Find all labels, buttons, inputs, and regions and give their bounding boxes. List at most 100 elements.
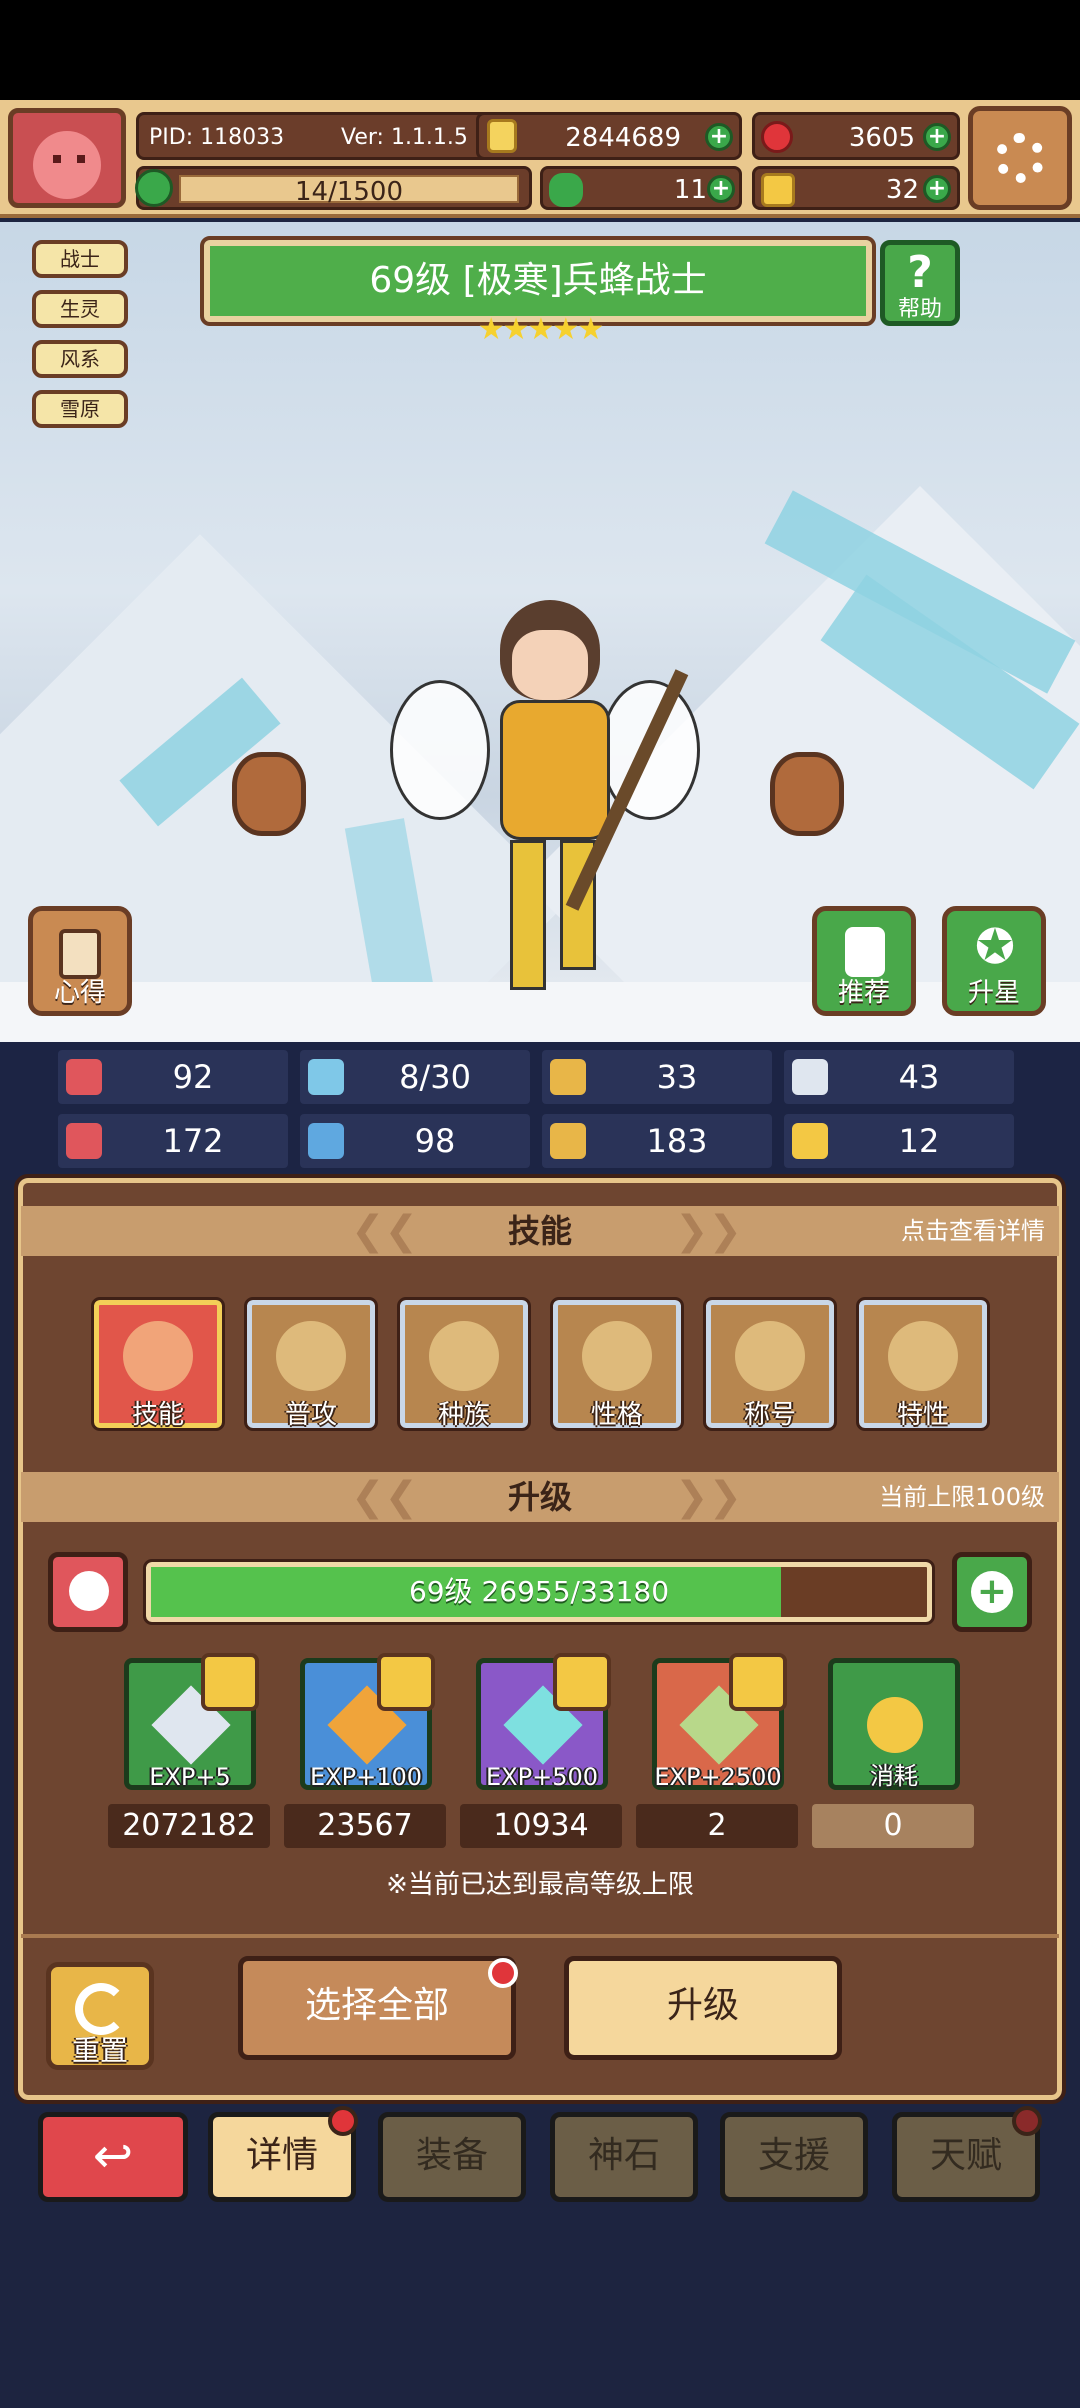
key-counter: 32 + xyxy=(752,166,960,210)
magnet-icon xyxy=(792,1123,828,1159)
star-up-label: 升星 xyxy=(967,978,1020,1008)
level-cap-label: 当前上限100级 xyxy=(879,1483,1045,1511)
upgrade-button[interactable]: 升级 xyxy=(564,1956,842,2060)
clover-counter: 11 + xyxy=(540,166,742,210)
select-all-notification-dot xyxy=(488,1958,518,1988)
energy-value: 14/1500 xyxy=(294,177,403,207)
octopus-icon xyxy=(735,1321,805,1391)
exp-item-0[interactable]: EXP+5 xyxy=(124,1653,259,1791)
skill-slot-1[interactable]: 普攻 xyxy=(244,1297,378,1431)
upgrade-section-header: ❮❮ ❯❯ 升级 当前上限100级 xyxy=(21,1472,1059,1522)
item-badge-icon xyxy=(729,1653,787,1711)
reset-label: 重置 xyxy=(71,2034,128,2067)
stat-5: 98 xyxy=(300,1114,530,1168)
exp-item-count: 23567 xyxy=(284,1804,446,1848)
beetle-icon xyxy=(429,1321,499,1391)
skill-label: 称号 xyxy=(743,1400,796,1430)
stat-4: 172 xyxy=(58,1114,288,1168)
tab-equipment[interactable]: 装备 xyxy=(378,2112,526,2202)
exp-item-count: 2 xyxy=(636,1804,798,1848)
question-icon: ? xyxy=(907,247,933,298)
add-gold-button[interactable]: + xyxy=(705,123,733,151)
armor-icon xyxy=(550,1123,586,1159)
stats-panel: 92 8/30 33 43 172 98 183 12 xyxy=(0,1042,1080,1180)
player-info: PID: 118033 Ver: 1.1.1.5 xyxy=(136,112,492,160)
exp-item-2[interactable]: EXP+500 xyxy=(476,1653,611,1791)
character-title: 69级 [极寒]兵蜂战士 xyxy=(200,236,876,326)
red-gem-icon xyxy=(761,121,793,153)
skills-section-header[interactable]: ❮❮ ❯❯ 技能 点击查看详情 xyxy=(21,1206,1059,1256)
add-key-button[interactable]: + xyxy=(923,175,951,203)
gem-value: 3605 xyxy=(848,123,915,153)
stat-value: 8/30 xyxy=(399,1058,471,1096)
key-icon xyxy=(761,173,795,207)
add-gem-button[interactable]: + xyxy=(923,123,951,151)
stat-value: 183 xyxy=(646,1122,708,1160)
exp-item-count: 0 xyxy=(812,1804,974,1848)
energy-leaf-icon xyxy=(135,169,173,207)
stat-value: 33 xyxy=(656,1058,698,1096)
notes-button[interactable]: 心得 xyxy=(28,906,132,1016)
stat-2: 33 xyxy=(542,1050,772,1104)
details-notification-dot xyxy=(328,2106,358,2136)
stat-value: 98 xyxy=(414,1122,456,1160)
tag-class[interactable]: 战士 xyxy=(32,240,128,278)
exp-item-4[interactable]: 消耗 xyxy=(828,1658,960,1790)
back-button[interactable]: ↩ xyxy=(38,2112,188,2202)
exp-item-1[interactable]: EXP+100 xyxy=(300,1653,435,1791)
help-button[interactable]: ? 帮助 xyxy=(880,240,960,326)
level-up-plus-button[interactable]: + xyxy=(952,1552,1032,1632)
item-badge-icon xyxy=(377,1653,435,1711)
tab-support[interactable]: 支援 xyxy=(720,2112,868,2202)
skill-label: 性格 xyxy=(590,1400,643,1430)
pid-label: PID: 118033 xyxy=(149,125,285,150)
stat-value: 172 xyxy=(162,1122,224,1160)
reset-button[interactable]: 重置 xyxy=(46,1962,154,2070)
next-character-arrow[interactable] xyxy=(770,752,844,836)
skill-slot-2[interactable]: 种族 xyxy=(397,1297,531,1431)
prev-character-arrow[interactable] xyxy=(232,752,306,836)
plus-icon: + xyxy=(971,1571,1013,1613)
skill-slot-4[interactable]: 称号 xyxy=(703,1297,837,1431)
notes-label: 心得 xyxy=(53,978,106,1008)
skill-label: 种族 xyxy=(437,1400,490,1430)
recommend-button[interactable]: 推荐 xyxy=(812,906,916,1016)
skill-label: 特性 xyxy=(896,1400,949,1430)
settings-button[interactable] xyxy=(968,106,1072,210)
stat-value: 12 xyxy=(898,1122,940,1160)
crossed-swords-icon xyxy=(123,1321,193,1391)
help-label: 帮助 xyxy=(897,297,942,322)
star-up-button[interactable]: ✪ 升星 xyxy=(942,906,1046,1016)
thumbs-up-icon xyxy=(845,927,885,977)
xp-bar: 69级 26955/33180 xyxy=(143,1559,935,1625)
add-clover-button[interactable]: + xyxy=(707,175,735,203)
select-all-button[interactable]: 选择全部 xyxy=(238,1956,516,2060)
xp-text: 69级 26955/33180 xyxy=(408,1575,670,1608)
heart-icon xyxy=(66,1059,102,1095)
view-details-link[interactable]: 点击查看详情 xyxy=(901,1206,1045,1256)
version-label: Ver: 1.1.1.5 xyxy=(341,125,468,150)
recommend-label: 推荐 xyxy=(837,978,890,1008)
exp-item-count: 2072182 xyxy=(108,1804,270,1848)
gold-coin-icon xyxy=(867,1697,923,1753)
tab-god-stone[interactable]: 神石 xyxy=(550,2112,698,2202)
tag-terrain[interactable]: 雪原 xyxy=(32,390,128,428)
stat-6: 183 xyxy=(542,1114,772,1168)
cross-icon xyxy=(582,1321,652,1391)
skill-slot-0[interactable]: 技能 xyxy=(91,1297,225,1431)
clover-value: 11 xyxy=(673,175,707,205)
skill-slot-5[interactable]: 特性 xyxy=(856,1297,990,1431)
skill-label: 普攻 xyxy=(284,1400,337,1430)
exp-item-label: EXP+100 xyxy=(310,1763,422,1791)
skill-slot-3[interactable]: 性格 xyxy=(550,1297,684,1431)
refresh-icon xyxy=(75,1983,127,2035)
stat-1: 8/30 xyxy=(300,1050,530,1104)
clover-icon xyxy=(549,173,583,207)
tag-race[interactable]: 生灵 xyxy=(32,290,128,328)
exp-item-3[interactable]: EXP+2500 xyxy=(652,1653,787,1791)
tag-element[interactable]: 风系 xyxy=(32,340,128,378)
gold-value: 2844689 xyxy=(565,123,681,153)
player-avatar[interactable] xyxy=(8,108,126,208)
level-down-button[interactable] xyxy=(48,1552,128,1632)
skill-label: 技能 xyxy=(131,1400,184,1430)
